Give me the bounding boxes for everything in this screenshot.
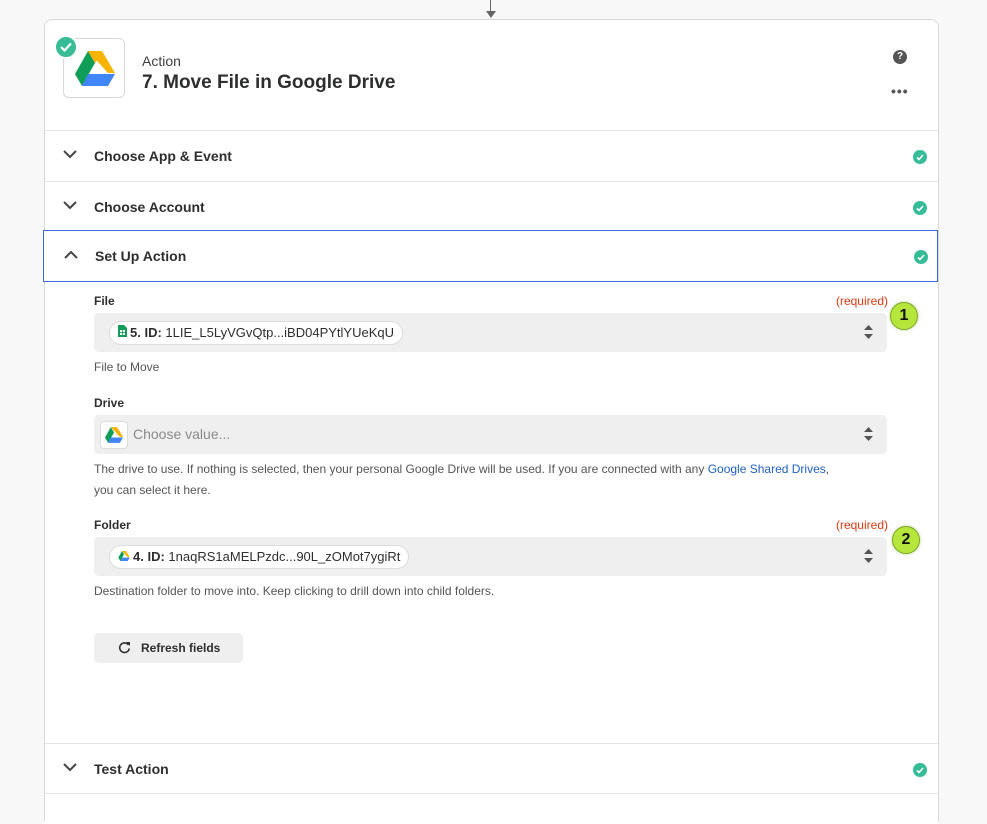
drive-help-text: The drive to use. If nothing is selected… — [94, 459, 884, 501]
section-complete-check-icon — [913, 763, 927, 777]
google-drive-icon — [75, 51, 115, 86]
drive-help-line2: you can select it here. — [94, 483, 211, 497]
section-complete-check-icon — [913, 201, 927, 215]
step-complete-check-icon — [54, 35, 78, 59]
step-title: 7. Move File in Google Drive — [142, 72, 396, 93]
step-header[interactable]: Action 7. Move File in Google Drive ? ••… — [45, 20, 938, 131]
file-required-label: (required) — [835, 294, 888, 308]
annotation-badge-1: 1 — [890, 302, 918, 330]
folder-required-label: (required) — [835, 518, 888, 532]
annotation-badge-2: 2 — [892, 526, 920, 554]
file-field-label: File — [94, 294, 115, 308]
step-card: Action 7. Move File in Google Drive ? ••… — [43, 19, 939, 824]
folder-value-pill[interactable]: 4. ID: 1naqRS1aMELPzdc...90L_zOMot7ygiRt — [109, 545, 410, 569]
folder-value-text: 1naqRS1aMELPzdc...90L_zOMot7ygiRt — [168, 549, 401, 564]
chevron-down-icon — [63, 763, 77, 772]
folder-value-step: 4. ID: — [133, 549, 165, 564]
file-value-pill[interactable]: 5. ID: 1LIE_L5LyVGvQtp...iBD04PYtlYUeKqU — [109, 321, 404, 345]
google-sheets-icon — [118, 322, 127, 344]
folder-select[interactable]: 4. ID: 1naqRS1aMELPzdc...90L_zOMot7ygiRt — [94, 537, 887, 576]
file-select[interactable]: 5. ID: 1LIE_L5LyVGvQtp...iBD04PYtlYUeKqU — [94, 313, 887, 352]
refresh-fields-button[interactable]: Refresh fields — [94, 633, 243, 663]
chevron-down-icon — [63, 201, 77, 210]
section-label: Test Action — [94, 761, 169, 777]
refresh-fields-label: Refresh fields — [141, 641, 221, 655]
google-shared-drives-link[interactable]: Google Shared Drives — [708, 462, 826, 476]
drive-help-suffix: , — [825, 462, 830, 476]
folder-help-text: Destination folder to move into. Keep cl… — [94, 584, 495, 598]
file-value-step: 5. ID: — [130, 325, 162, 340]
drive-icon-box — [100, 421, 128, 449]
drive-placeholder: Choose value... — [133, 426, 231, 442]
google-drive-icon — [118, 546, 130, 568]
step-kind-label: Action — [142, 53, 181, 69]
select-arrows-icon — [864, 549, 873, 563]
section-label: Choose App & Event — [94, 148, 232, 164]
folder-field-label: Folder — [94, 518, 131, 532]
section-set-up-action[interactable]: Set Up Action — [43, 230, 938, 282]
section-complete-check-icon — [914, 250, 928, 264]
help-icon[interactable]: ? — [893, 50, 907, 64]
section-complete-check-icon — [913, 150, 927, 164]
chevron-down-icon — [63, 150, 77, 159]
drive-field-label: Drive — [94, 396, 125, 410]
section-label: Choose Account — [94, 199, 205, 215]
section-choose-account[interactable]: Choose Account — [45, 181, 938, 232]
chevron-up-icon — [64, 250, 78, 259]
file-help-text: File to Move — [94, 360, 160, 374]
section-test-action[interactable]: Test Action — [45, 743, 938, 794]
google-drive-icon — [105, 427, 123, 443]
refresh-icon — [118, 642, 131, 654]
section-choose-app-event[interactable]: Choose App & Event — [45, 130, 938, 181]
file-value-text: 1LIE_L5LyVGvQtp...iBD04PYtlYUeKqU — [165, 325, 395, 340]
connector-arrow-icon — [486, 11, 496, 18]
more-options-icon[interactable]: ••• — [891, 84, 909, 98]
select-arrows-icon — [864, 325, 873, 339]
select-arrows-icon — [864, 427, 873, 441]
drive-help-prefix: The drive to use. If nothing is selected… — [94, 462, 708, 476]
drive-select[interactable]: Choose value... — [94, 415, 887, 454]
section-label: Set Up Action — [95, 248, 187, 264]
